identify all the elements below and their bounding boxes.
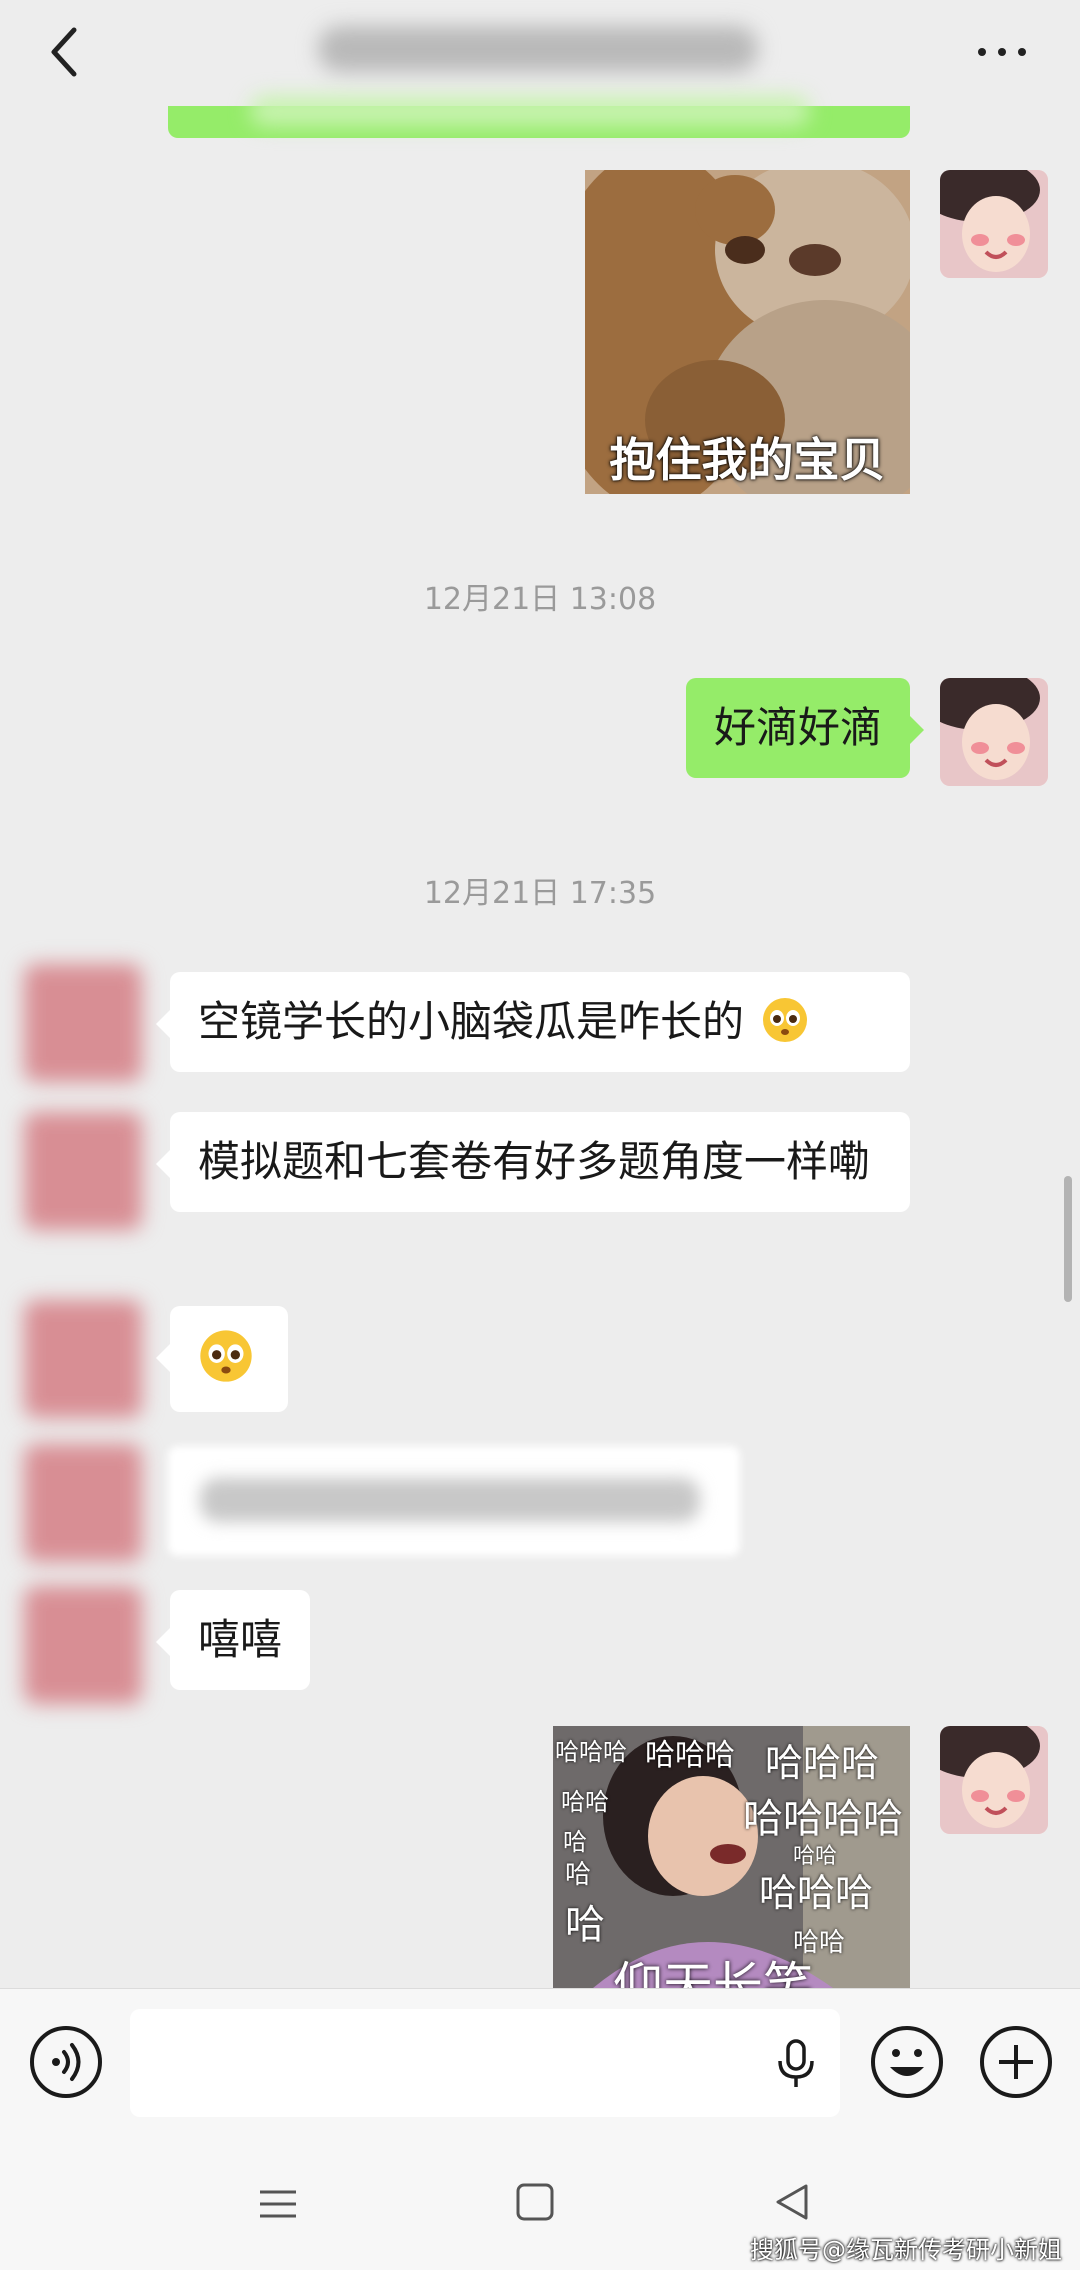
- sticker-caption: 仰天长笑: [613, 1957, 813, 1988]
- avatar-image: [940, 678, 1048, 786]
- contact-avatar[interactable]: [24, 1300, 142, 1418]
- more-icon: [978, 48, 986, 56]
- sticker-word: 哈哈: [561, 1788, 609, 1816]
- sticker-word: 哈哈哈哈: [743, 1796, 903, 1842]
- emoji-button[interactable]: [870, 2025, 944, 2099]
- back-icon: [51, 27, 77, 77]
- sticker-word: 哈哈哈: [765, 1741, 880, 1785]
- sticker-word: 哈: [563, 1828, 587, 1856]
- sticker-word: 哈哈哈: [645, 1738, 735, 1773]
- teddy-bear-sticker[interactable]: 抱住我的宝贝: [585, 170, 910, 494]
- contact-message-bubble[interactable]: 嘻嘻: [155, 1590, 311, 1690]
- plus-icon: [980, 2026, 1052, 2098]
- sticker-word: 哈: [565, 1860, 592, 1890]
- my-avatar[interactable]: [940, 170, 1048, 278]
- sticker-word: 哈: [565, 1902, 605, 1948]
- contact-avatar[interactable]: [24, 1586, 142, 1704]
- emoji-icon: [871, 2026, 943, 2098]
- contact-message-bubble[interactable]: 模拟题和七套卷有好多题角度一样嘞: [156, 1112, 910, 1212]
- more-actions-button[interactable]: [979, 2025, 1053, 2099]
- contact-avatar[interactable]: [24, 964, 142, 1082]
- my-message-bubble[interactable]: 好滴好滴: [685, 678, 925, 778]
- home-button[interactable]: [515, 2182, 555, 2222]
- timestamp: 12月21日 17:35: [423, 876, 657, 911]
- avatar-image: [940, 170, 1048, 278]
- home-icon: [516, 2183, 554, 2221]
- previous-message-blur: [250, 96, 810, 126]
- message-input[interactable]: [130, 2009, 840, 2117]
- top-bar: [0, 0, 1080, 110]
- microphone-icon[interactable]: [776, 2039, 816, 2089]
- sticker-caption: 抱住我的宝贝: [609, 433, 886, 487]
- voice-icon: [30, 2026, 102, 2098]
- back-button[interactable]: [38, 22, 98, 82]
- input-bar: [0, 1988, 1080, 2138]
- my-avatar[interactable]: [940, 1726, 1048, 1834]
- system-navigation-bar: 搜狐号@缘瓦新传考研小新姐: [0, 2138, 1080, 2270]
- my-avatar[interactable]: [940, 678, 1048, 786]
- pleading-face-icon: [200, 1330, 252, 1382]
- system-back-button[interactable]: [772, 2182, 812, 2222]
- message-text: 空镜学长的小脑袋瓜是咋长的: [198, 997, 745, 1046]
- menu-icon: [260, 2190, 296, 2218]
- scrollbar[interactable]: [1064, 1176, 1072, 1302]
- contact-avatar[interactable]: [24, 1444, 142, 1562]
- sticker-word: 哈哈哈: [759, 1871, 874, 1915]
- nav-back-icon: [776, 2184, 808, 2220]
- watermark: 搜狐号@缘瓦新传考研小新姐: [750, 2236, 1062, 2264]
- sticker-word: 哈哈: [793, 1844, 838, 1869]
- contact-avatar[interactable]: [24, 1112, 142, 1230]
- timestamp: 12月21日 13:08: [423, 582, 657, 617]
- sticker-word: 哈哈哈: [555, 1738, 627, 1766]
- contact-message-bubble[interactable]: 空镜学长的小脑袋瓜是咋长的: [156, 972, 910, 1072]
- avatar-image: [940, 1726, 1048, 1834]
- more-button[interactable]: [972, 28, 1032, 76]
- redacted-text: [200, 1478, 700, 1522]
- chat-title: [318, 26, 758, 72]
- pleading-face-icon: [763, 998, 808, 1042]
- laughing-sticker[interactable]: 哈哈哈 哈哈哈 哈哈哈 哈哈哈哈 哈哈 哈哈哈 哈 哈哈 哈 哈 哈哈 仰天长笑: [553, 1726, 910, 1988]
- recent-apps-button[interactable]: [258, 2184, 298, 2224]
- voice-button[interactable]: [29, 2025, 103, 2099]
- contact-emoji-bubble[interactable]: [156, 1306, 288, 1412]
